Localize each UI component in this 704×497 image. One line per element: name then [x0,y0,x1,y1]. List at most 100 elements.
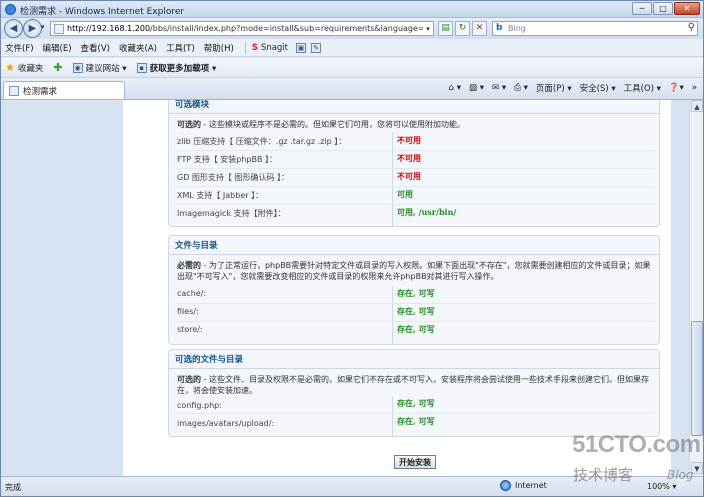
feeds-icon[interactable]: ▧ ▾ [469,83,484,93]
dir-row-label: cache/: [177,289,207,298]
safety-menu[interactable]: 安全(S) ▾ [580,82,616,94]
stop-icon[interactable]: ✕ [472,21,487,36]
status-text: 完成 [5,483,21,492]
favorites-button[interactable]: ★ 收藏夹 [5,61,43,74]
snagit-edit-icon[interactable]: ✎ [311,42,322,53]
optional-modules-desc-text: - 这些模块或程序不是必需的。但如果它们可用，您将可以使用附加功能。 [201,120,465,129]
add-favorite-icon: ✚ [53,61,63,74]
snagit-label: Snagit [260,42,289,53]
column-divider [392,132,393,226]
menu-tools[interactable]: 工具(T) [166,42,195,54]
print-icon[interactable]: ⎙ ▾ [514,83,528,93]
menu-separator [244,41,246,54]
row-divider [175,321,655,322]
scroll-up-icon[interactable]: ▲ [691,100,703,112]
home-icon[interactable]: ⌂ ▾ [449,83,461,93]
maximize-button[interactable]: □ [653,2,673,15]
menu-bar: 文件(F) 编辑(E) 查看(V) 收藏夹(A) 工具(T) 帮助(H) S Sn… [1,39,703,57]
install-page: 可选模块 可选的 - 这些模块或程序不是必需的。但如果它们可用，您将可以使用附加… [123,100,671,476]
row-divider [175,204,655,205]
optional-modules-desc: 可选的 - 这些模块或程序不是必需的。但如果它们可用，您将可以使用附加功能。 [169,114,659,132]
suggested-sites-button[interactable]: ◉ 建议网站 ▾ [72,62,127,74]
files-dirs-lead: 必需的 [177,261,201,270]
row-divider [175,186,655,187]
module-row-label: Imagemagick 支持【附件】： [177,209,286,218]
help-menu[interactable]: ❓▾ [669,83,684,93]
row-divider [175,303,655,304]
snagit-capture-icon[interactable]: ▣ [296,42,307,53]
address-bar-row: ◀ ▶ ▾ http://192.168.1.200/bbs/install/i… [1,18,703,39]
search-box[interactable]: b Bing ⚲ [492,21,698,36]
favorites-bar: ★ 收藏夹 ✚ ◉ 建议网站 ▾ ▪ 获取更多加载项 ▾ [1,58,703,78]
page-menu[interactable]: 页面(P) ▾ [536,82,572,94]
optional-modules-header: 可选模块 [169,100,659,114]
back-button[interactable]: ◀ [4,19,23,38]
suggested-sites-label: 建议网站 ▾ [85,63,127,74]
gallery-label: 获取更多加载项 ▾ [149,63,217,74]
url-path: /bbs/install/index.php?mode=install&sub=… [150,24,423,33]
search-placeholder: Bing [508,24,526,33]
file-row-label: images/avatars/upload/: [177,419,275,428]
gallery-icon: ▪ [136,62,147,73]
star-icon: ★ [5,61,15,74]
optional-files-desc-text: - 这些文件、目录及权限不是必需的。如果它们不存在或不可写入，安装程序将会尝试使… [177,375,649,395]
vertical-scrollbar[interactable]: ▲ ▼ [689,100,703,476]
url-host: http://192.168.1.200 [67,24,151,33]
optional-modules-lead: 可选的 [177,120,201,129]
snagit-button[interactable]: S Snagit [252,43,288,53]
menu-view[interactable]: 查看(V) [81,42,110,54]
help-menu-arrow: ▾ [679,83,684,93]
chevron-right-icon[interactable]: » [692,83,697,93]
menu-favorites[interactable]: 收藏夹(A) [119,42,157,54]
history-dropdown-icon[interactable]: ▾ [41,23,45,31]
scrollbar-thumb[interactable] [691,321,703,436]
snagit-icon: S [251,42,258,53]
tab-label: 检测需求 [23,86,58,97]
menu-edit[interactable]: 编辑(E) [43,42,72,54]
menu-file[interactable]: 文件(F) [5,42,34,54]
module-row-value: 可用, /usr/bin/ [397,207,457,217]
url-text[interactable]: http://192.168.1.200/bbs/install/index.p… [67,24,423,33]
tools-menu[interactable]: 工具(O) ▾ [624,82,661,94]
optional-files-header: 可选的文件与目录 [169,350,659,369]
row-divider [175,150,655,151]
zoom-level[interactable]: 100% ▾ [647,482,676,491]
row-divider [175,413,655,414]
command-bar: ⌂ ▾ ▧ ▾ ✉ ▾ ⎙ ▾ 页面(P) ▾ 安全(S) ▾ 工具(O) ▾ … [449,82,697,94]
row-divider [175,168,655,169]
security-zone[interactable]: Internet [500,480,547,491]
optional-modules-panel: 可选模块 可选的 - 这些模块或程序不是必需的。但如果它们可用，您将可以使用附加… [168,100,660,227]
search-icon[interactable]: ⚲ [688,22,695,33]
dir-row-value: 存在, 可写 [397,306,435,316]
dir-row-value: 存在, 可写 [397,288,435,298]
refresh-icon[interactable]: ↻ [455,21,470,36]
file-row-value: 存在, 可写 [397,416,435,426]
gallery-button[interactable]: ▪ 获取更多加载项 ▾ [136,62,217,74]
optional-files-lead: 可选的 [177,375,201,384]
menu-help[interactable]: 帮助(H) [204,42,234,54]
files-dirs-desc: 必需的 - 为了正常运行，phpBB需要针对特定文件或目录的写入权限。如果下面出… [169,255,659,284]
column-divider [392,286,393,344]
module-row-value: 不可用 [397,135,421,145]
suggested-sites-icon: ◉ [72,62,83,73]
add-favorite-button[interactable]: ✚ [53,61,62,74]
close-button[interactable]: ✕ [674,2,700,15]
dir-row-value: 存在, 可写 [397,324,435,334]
address-field[interactable]: http://192.168.1.200/bbs/install/index.p… [50,21,434,36]
address-dropdown-icon[interactable]: ▾ [423,25,433,33]
tab-page-icon [9,85,19,96]
tab-current[interactable]: 检测需求 [3,81,125,99]
module-row-value: 不可用 [397,153,421,163]
files-dirs-header: 文件与目录 [169,236,659,255]
watermark-blog: Blog [667,468,694,482]
dir-row-label: store/: [177,325,203,334]
mail-icon[interactable]: ✉ ▾ [492,83,506,93]
compatibility-icon[interactable]: ▤ [438,21,453,36]
minimize-button[interactable]: ─ [632,2,652,15]
window-controls: ─ □ ✕ [632,2,700,15]
window-title: 检测需求 - Windows Internet Explorer [20,7,185,17]
start-install-button[interactable]: 开始安装 [394,455,436,469]
optional-files-desc: 可选的 - 这些文件、目录及权限不是必需的。如果它们不存在或不可写入，安装程序将… [169,369,659,398]
column-divider [392,396,393,436]
forward-button[interactable]: ▶ [23,19,42,38]
